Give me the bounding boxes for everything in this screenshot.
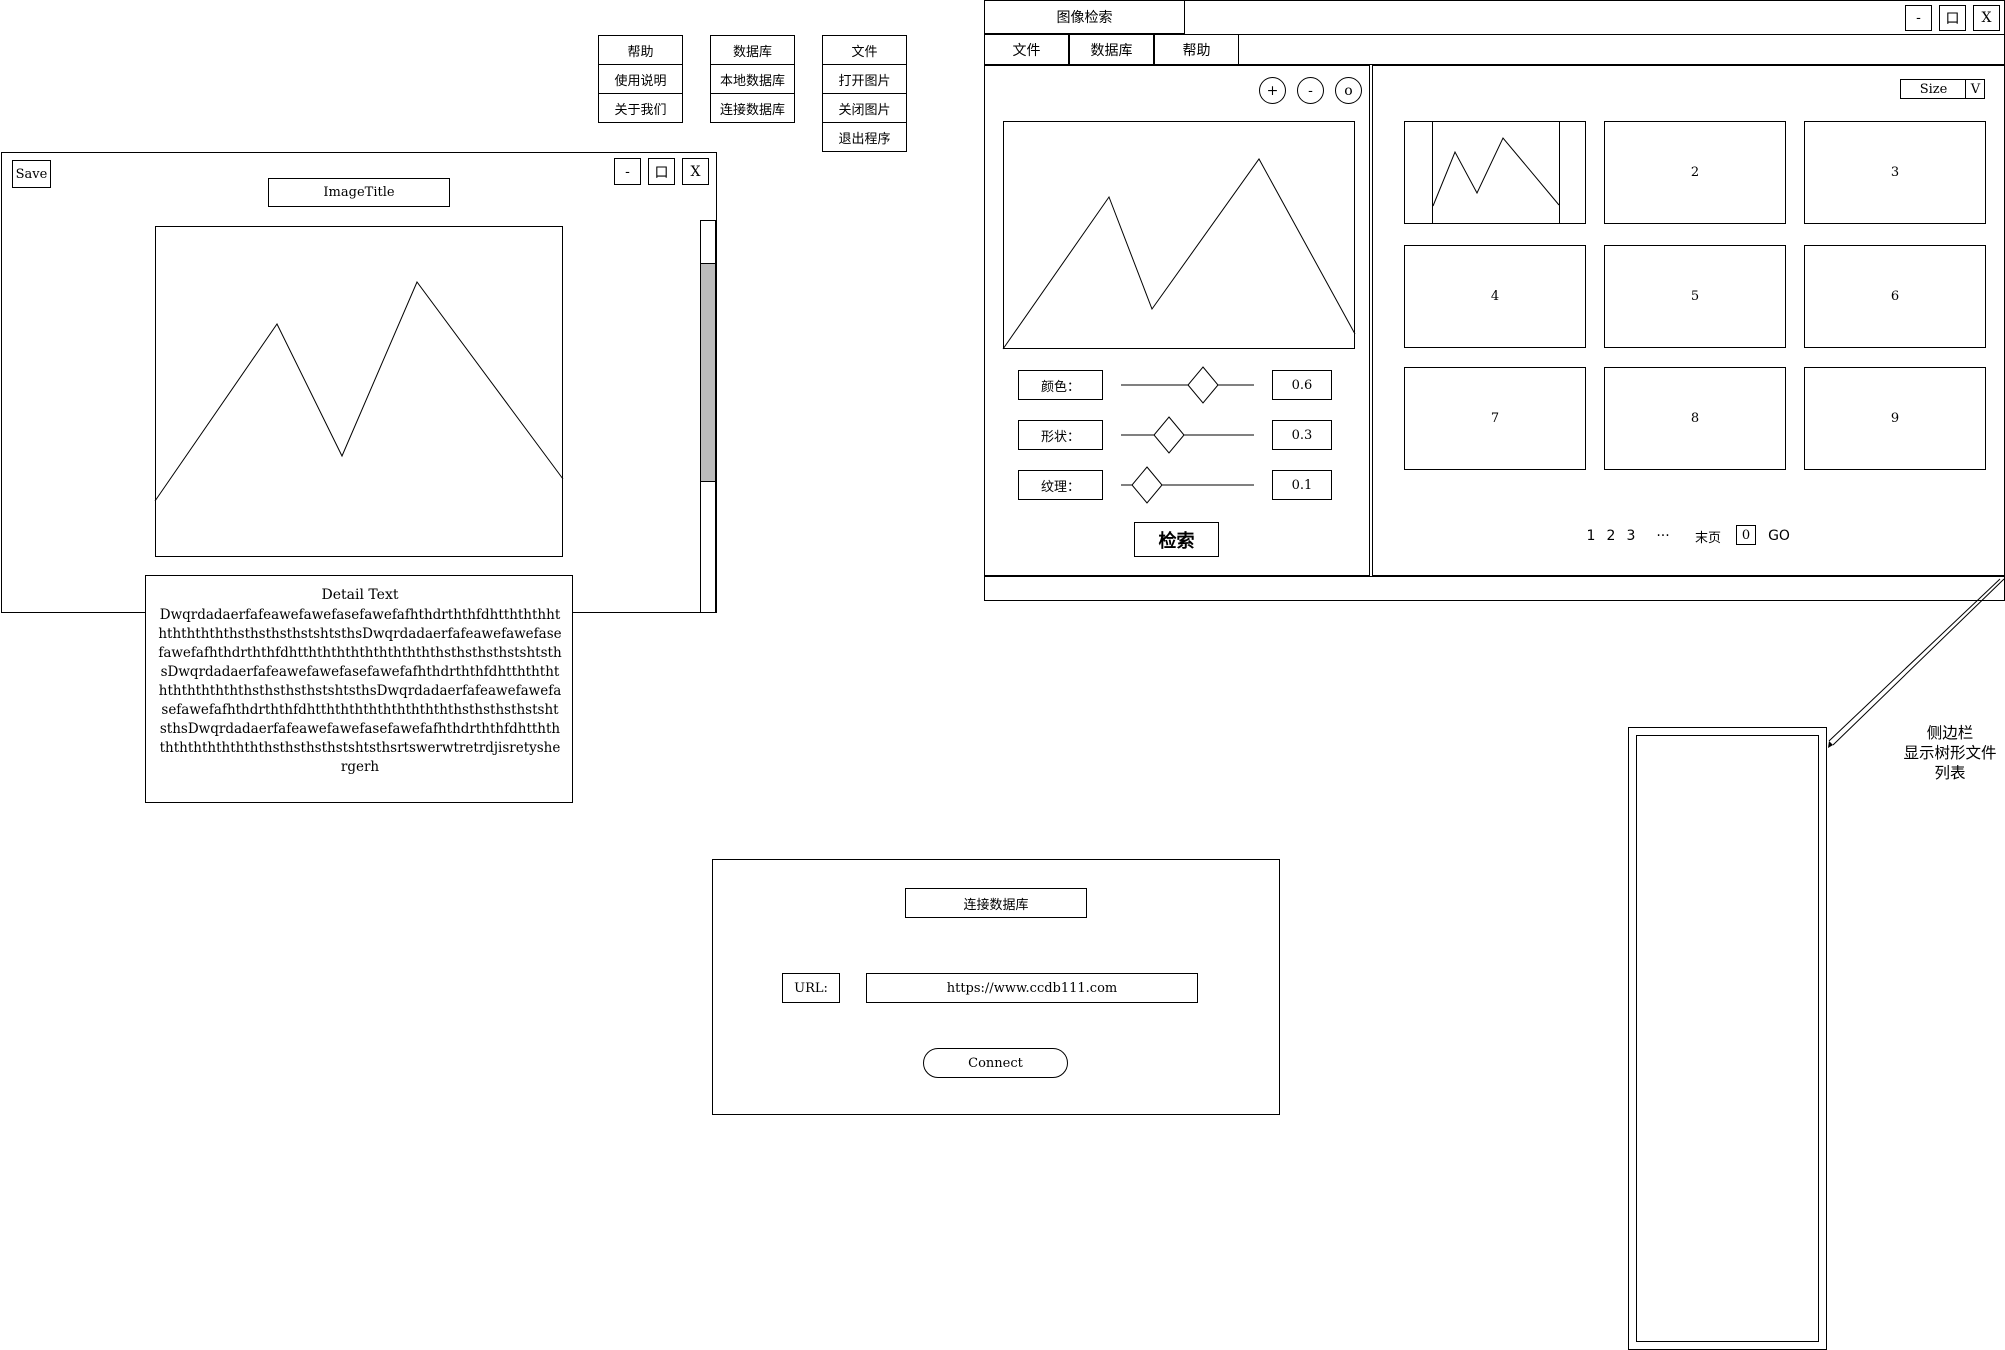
pagination-ellipsis: ··· (1656, 528, 1670, 544)
viewer-scrollbar-thumb[interactable] (700, 263, 716, 482)
main-close-button[interactable]: X (1973, 5, 2000, 31)
file-menu-item-open[interactable]: 打开图片 (822, 64, 907, 94)
thumbnail-6[interactable]: 6 (1804, 245, 1986, 348)
zoom-out-button[interactable]: - (1297, 77, 1324, 104)
viewer-minimize-button[interactable]: - (614, 158, 641, 185)
sidebar-note-line-2: 显示树形文件 (1903, 744, 1997, 762)
page-number-input[interactable]: 0 (1736, 525, 1756, 545)
thumbnail-4[interactable]: 4 (1404, 245, 1586, 348)
texture-value[interactable]: 0.1 (1272, 470, 1332, 500)
main-minimize-button[interactable]: - (1905, 5, 1932, 31)
thumbnail-1[interactable] (1404, 121, 1586, 224)
sidebar-tree-area (1636, 735, 1819, 1342)
file-menu-title[interactable]: 文件 (822, 35, 907, 65)
search-button[interactable]: 检索 (1134, 522, 1219, 557)
url-label: URL: (782, 973, 840, 1003)
sidebar-note-line-1: 侧边栏 (1926, 724, 1974, 742)
file-menu-item-close[interactable]: 关闭图片 (822, 93, 907, 123)
connect-dialog-title: 连接数据库 (905, 888, 1087, 918)
thumbnail-8[interactable]: 8 (1604, 367, 1786, 470)
viewer-close-button[interactable]: X (682, 158, 709, 185)
thumbnail-5[interactable]: 5 (1604, 245, 1786, 348)
file-menu-item-exit[interactable]: 退出程序 (822, 122, 907, 152)
file-menu: 文件 打开图片 关闭图片 退出程序 (822, 35, 907, 153)
main-menu-help[interactable]: 帮助 (1154, 34, 1239, 65)
database-menu: 数据库 本地数据库 连接数据库 (710, 35, 795, 124)
thumbnail-2[interactable]: 2 (1604, 121, 1786, 224)
status-bar (984, 576, 2005, 601)
image-display (154, 226, 564, 557)
main-window-title: 图像检索 (984, 0, 1185, 34)
viewer-maximize-button[interactable]: 口 (648, 158, 675, 185)
query-image-display (1002, 121, 1356, 350)
save-button[interactable]: Save (12, 160, 51, 188)
shape-slider[interactable] (1121, 416, 1261, 454)
image-placeholder-icon (1432, 137, 1560, 207)
size-dropdown[interactable]: Size V (1900, 79, 1985, 99)
main-menu-database[interactable]: 数据库 (1069, 34, 1154, 65)
size-dropdown-label: Size (1919, 81, 1948, 97)
color-slider[interactable] (1121, 366, 1261, 404)
help-menu: 帮助 使用说明 关于我们 (598, 35, 683, 124)
page-3-link[interactable]: 3 (1621, 525, 1641, 547)
detail-text-body: Dwqrdadaerfafeawefawefasefawefafhthdrtht… (158, 607, 562, 775)
chevron-down-icon[interactable]: V (1965, 79, 1985, 99)
main-maximize-button[interactable]: 口 (1939, 5, 1966, 31)
page-1-link[interactable]: 1 (1581, 525, 1601, 547)
url-input[interactable]: https://www.ccdb111.com (866, 973, 1198, 1003)
go-button[interactable]: GO (1764, 525, 1794, 547)
thumbnail-3[interactable]: 3 (1804, 121, 1986, 224)
main-menu-file[interactable]: 文件 (984, 34, 1069, 65)
last-page-link[interactable]: 末页 (1690, 525, 1726, 547)
database-menu-title[interactable]: 数据库 (710, 35, 795, 65)
color-value[interactable]: 0.6 (1272, 370, 1332, 400)
help-menu-item-about[interactable]: 关于我们 (598, 93, 683, 123)
sidebar-note: 侧边栏 显示树形文件 列表 (1880, 723, 2005, 789)
detail-text-panel: Detail Text Dwqrdadaerfafeawefawefasefaw… (145, 575, 573, 803)
image-placeholder-icon (154, 281, 564, 502)
image-placeholder-icon (1002, 158, 1356, 350)
database-menu-item-local[interactable]: 本地数据库 (710, 64, 795, 94)
shape-value[interactable]: 0.3 (1272, 420, 1332, 450)
thumbnail-7[interactable]: 7 (1404, 367, 1586, 470)
shape-label: 形状： (1018, 420, 1103, 450)
help-menu-item-guide[interactable]: 使用说明 (598, 64, 683, 94)
help-menu-title[interactable]: 帮助 (598, 35, 683, 65)
texture-label: 纹理： (1018, 470, 1103, 500)
zoom-in-button[interactable]: + (1259, 77, 1286, 104)
color-label: 颜色： (1018, 370, 1103, 400)
database-menu-item-connect[interactable]: 连接数据库 (710, 93, 795, 123)
texture-slider[interactable] (1121, 466, 1261, 504)
image-title-field: ImageTitle (268, 178, 450, 207)
thumbnail-9[interactable]: 9 (1804, 367, 1986, 470)
detail-text-title: Detail Text (321, 587, 399, 603)
sidebar-note-line-3: 列表 (1934, 764, 1966, 782)
page-2-link[interactable]: 2 (1601, 525, 1621, 547)
connect-button[interactable]: Connect (923, 1048, 1068, 1078)
reset-zoom-button[interactable]: o (1335, 77, 1362, 104)
